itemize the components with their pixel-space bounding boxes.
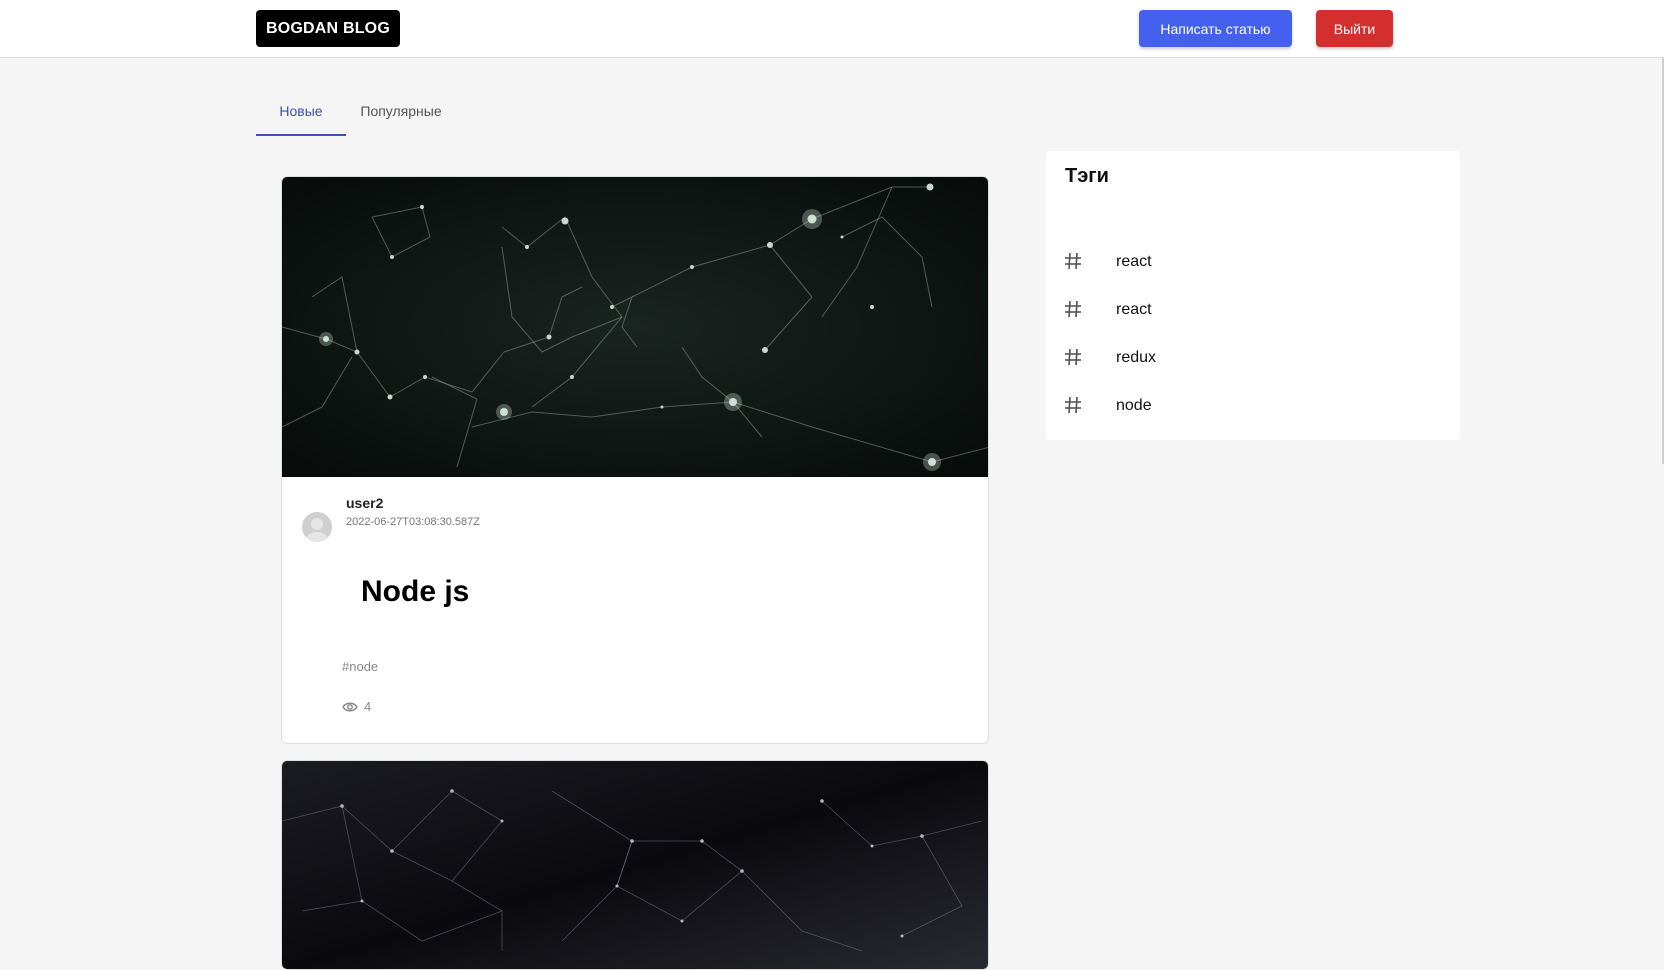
- tab-popular[interactable]: Популярные: [346, 92, 456, 136]
- site-logo[interactable]: BOGDAN BLOG: [256, 10, 400, 47]
- tag-item[interactable]: redux: [1046, 336, 1460, 384]
- tag-item[interactable]: react: [1046, 240, 1460, 288]
- views-count: 4: [364, 699, 372, 714]
- post-views: 4: [342, 699, 371, 714]
- post-card: [281, 760, 989, 970]
- tag-label: react: [1116, 253, 1152, 270]
- write-article-button[interactable]: Написать статью: [1139, 10, 1292, 47]
- hashtag-icon: [1065, 300, 1081, 318]
- post-date: 2022-06-27T03:08:30.587Z: [346, 516, 480, 528]
- post-cover-image[interactable]: [282, 761, 989, 970]
- hashtag-icon: [1065, 252, 1081, 270]
- tags-panel: Тэги react react redux node: [1046, 151, 1460, 440]
- top-header: BOGDAN BLOG Написать статью Выйти: [0, 0, 1664, 58]
- hashtag-icon: [1065, 396, 1081, 414]
- post-cover-image[interactable]: [282, 177, 989, 477]
- hashtag-icon: [1065, 348, 1081, 366]
- user-avatar-icon: [306, 518, 328, 542]
- post-tag[interactable]: #node: [342, 659, 378, 674]
- post-card: user2 2022-06-27T03:08:30.587Z Node js #…: [281, 176, 989, 744]
- post-author[interactable]: user2: [346, 495, 383, 511]
- tab-new[interactable]: Новые: [256, 92, 346, 136]
- tag-label: node: [1116, 397, 1152, 414]
- tag-item[interactable]: react: [1046, 288, 1460, 336]
- tag-item[interactable]: node: [1046, 384, 1460, 432]
- post-title[interactable]: Node js: [361, 575, 469, 609]
- avatar: [302, 512, 332, 542]
- eye-icon: [342, 702, 358, 711]
- tag-label: react: [1116, 301, 1152, 318]
- tag-label: redux: [1116, 349, 1157, 366]
- logout-button[interactable]: Выйти: [1316, 10, 1393, 47]
- tags-title: Тэги: [1065, 165, 1109, 187]
